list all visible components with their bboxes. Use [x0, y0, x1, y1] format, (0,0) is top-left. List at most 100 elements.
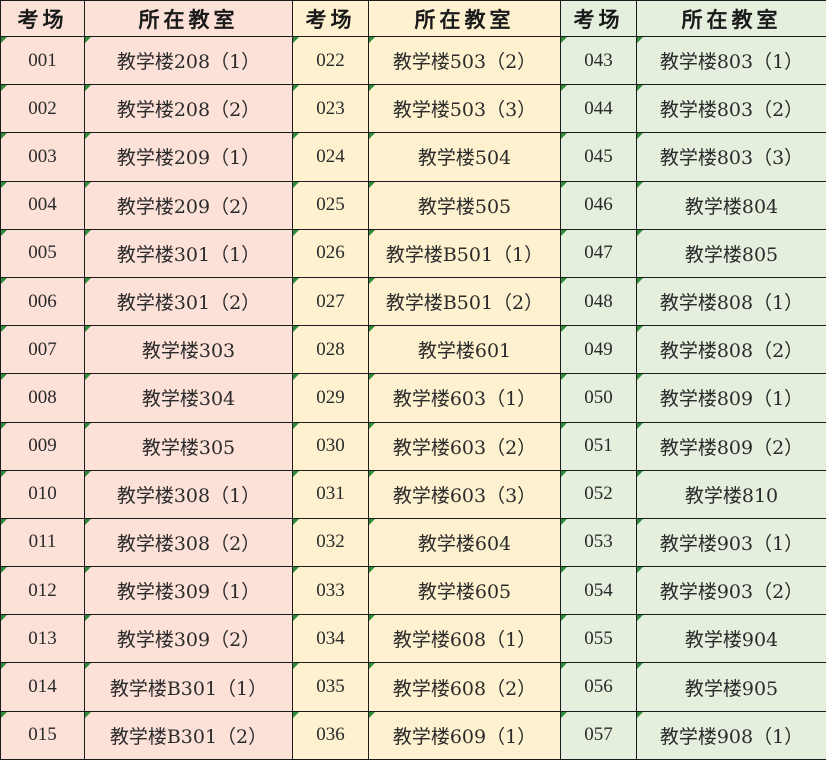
classroom-location: 教学楼503（3）	[368, 84, 561, 134]
exam-room-number: 051	[560, 421, 637, 471]
exam-room-number: 034	[292, 614, 369, 664]
classroom-location: 教学楼B301（2）	[84, 710, 293, 760]
classroom-location: 教学楼308（2）	[84, 517, 293, 568]
classroom-location: 教学楼809（1）	[636, 373, 826, 423]
exam-room-number: 001	[0, 35, 85, 86]
classroom-location: 教学楼209（2）	[84, 180, 293, 230]
classroom-location: 教学楼904	[636, 614, 826, 664]
classroom-location: 教学楼304	[84, 373, 293, 423]
exam-room-number: 011	[0, 517, 85, 568]
exam-room-number: 055	[560, 614, 637, 664]
exam-room-number: 053	[560, 517, 637, 568]
exam-room-number: 031	[292, 469, 369, 519]
classroom-location: 教学楼301（1）	[84, 228, 293, 278]
exam-room-number: 002	[0, 84, 85, 134]
exam-room-number: 008	[0, 373, 85, 423]
exam-room-number: 049	[560, 325, 637, 375]
exam-room-number: 043	[560, 35, 637, 86]
table-row: 010 教学楼308（1） 031 教学楼603（3） 052 教学楼810	[0, 469, 826, 519]
classroom-location: 教学楼608（2）	[368, 662, 561, 712]
exam-room-number: 004	[0, 180, 85, 230]
classroom-location: 教学楼603（2）	[368, 421, 561, 471]
table-body: 001 教学楼208（1） 022 教学楼503（2） 043 教学楼803（1） 002 教…	[0, 35, 826, 760]
exam-room-number: 006	[0, 276, 85, 327]
table-row: 009 教学楼305 030 教学楼603（2） 051 教学楼809（2）	[0, 421, 826, 471]
table-row: 008 教学楼304 029 教学楼603（1） 050 教学楼809（1）	[0, 373, 826, 423]
classroom-location: 教学楼804	[636, 180, 826, 230]
exam-room-number: 054	[560, 566, 637, 616]
header-classroom-3: 所在教室	[636, 0, 826, 37]
classroom-location: 教学楼309（1）	[84, 566, 293, 616]
exam-room-number: 029	[292, 373, 369, 423]
exam-room-number: 056	[560, 662, 637, 712]
table-row: 006 教学楼301（2） 027 教学楼B501（2） 048 教学楼808（1）	[0, 276, 826, 327]
classroom-location: 教学楼B501（1）	[368, 228, 561, 278]
header-classroom-2: 所在教室	[368, 0, 561, 37]
exam-room-number: 025	[292, 180, 369, 230]
exam-room-number: 052	[560, 469, 637, 519]
table-row: 003 教学楼209（1） 024 教学楼504 045 教学楼803（3）	[0, 132, 826, 182]
classroom-location: 教学楼601	[368, 325, 561, 375]
exam-room-number: 007	[0, 325, 85, 375]
exam-room-number: 026	[292, 228, 369, 278]
classroom-location: 教学楼803（3）	[636, 132, 826, 182]
classroom-location: 教学楼209（1）	[84, 132, 293, 182]
exam-room-number: 012	[0, 566, 85, 616]
exam-room-number: 010	[0, 469, 85, 519]
classroom-location: 教学楼208（1）	[84, 35, 293, 86]
exam-room-number: 033	[292, 566, 369, 616]
header-exam-room-2: 考场	[292, 0, 369, 37]
classroom-location: 教学楼308（1）	[84, 469, 293, 519]
table-row: 007 教学楼303 028 教学楼601 049 教学楼808（2）	[0, 325, 826, 375]
exam-room-number: 023	[292, 84, 369, 134]
exam-room-number: 048	[560, 276, 637, 327]
exam-room-number: 024	[292, 132, 369, 182]
classroom-location: 教学楼810	[636, 469, 826, 519]
exam-room-number: 047	[560, 228, 637, 278]
classroom-location: 教学楼503（2）	[368, 35, 561, 86]
classroom-location: 教学楼803（1）	[636, 35, 826, 86]
classroom-location: 教学楼609（1）	[368, 710, 561, 760]
table-row: 002 教学楼208（2） 023 教学楼503（3） 044 教学楼803（2）	[0, 84, 826, 134]
classroom-location: 教学楼805	[636, 228, 826, 278]
exam-room-number: 003	[0, 132, 85, 182]
table-row: 012 教学楼309（1） 033 教学楼605 054 教学楼903（2）	[0, 566, 826, 616]
classroom-location: 教学楼604	[368, 517, 561, 568]
exam-room-number: 035	[292, 662, 369, 712]
classroom-location: 教学楼808（2）	[636, 325, 826, 375]
exam-room-number: 057	[560, 710, 637, 760]
classroom-location: 教学楼903（1）	[636, 517, 826, 568]
classroom-location: 教学楼505	[368, 180, 561, 230]
classroom-location: 教学楼908（1）	[636, 710, 826, 760]
exam-room-number: 015	[0, 710, 85, 760]
classroom-location: 教学楼608（1）	[368, 614, 561, 664]
table-row: 013 教学楼309（2） 034 教学楼608（1） 055 教学楼904	[0, 614, 826, 664]
exam-room-number: 013	[0, 614, 85, 664]
classroom-location: 教学楼905	[636, 662, 826, 712]
classroom-location: 教学楼303	[84, 325, 293, 375]
exam-room-number: 045	[560, 132, 637, 182]
classroom-location: 教学楼803（2）	[636, 84, 826, 134]
exam-room-number: 028	[292, 325, 369, 375]
table-row: 014 教学楼B301（1） 035 教学楼608（2） 056 教学楼905	[0, 662, 826, 712]
exam-room-number: 014	[0, 662, 85, 712]
classroom-location: 教学楼605	[368, 566, 561, 616]
exam-room-table: 考场 所在教室 考场 所在教室 考场 所在教室 001 教学楼208（1） 022 教…	[0, 0, 826, 760]
exam-room-number: 044	[560, 84, 637, 134]
classroom-location: 教学楼301（2）	[84, 276, 293, 327]
header-row: 考场 所在教室 考场 所在教室 考场 所在教室	[0, 0, 826, 37]
header-exam-room-1: 考场	[0, 0, 85, 37]
classroom-location: 教学楼603（1）	[368, 373, 561, 423]
classroom-location: 教学楼903（2）	[636, 566, 826, 616]
classroom-location: 教学楼208（2）	[84, 84, 293, 134]
exam-room-number: 022	[292, 35, 369, 86]
classroom-location: 教学楼B301（1）	[84, 662, 293, 712]
classroom-location: 教学楼504	[368, 132, 561, 182]
table-row: 015 教学楼B301（2） 036 教学楼609（1） 057 教学楼908（1）	[0, 710, 826, 760]
header-classroom-1: 所在教室	[84, 0, 293, 37]
classroom-location: 教学楼808（1）	[636, 276, 826, 327]
classroom-location: 教学楼603（3）	[368, 469, 561, 519]
classroom-location: 教学楼305	[84, 421, 293, 471]
table-row: 011 教学楼308（2） 032 教学楼604 053 教学楼903（1）	[0, 517, 826, 568]
exam-room-number: 046	[560, 180, 637, 230]
